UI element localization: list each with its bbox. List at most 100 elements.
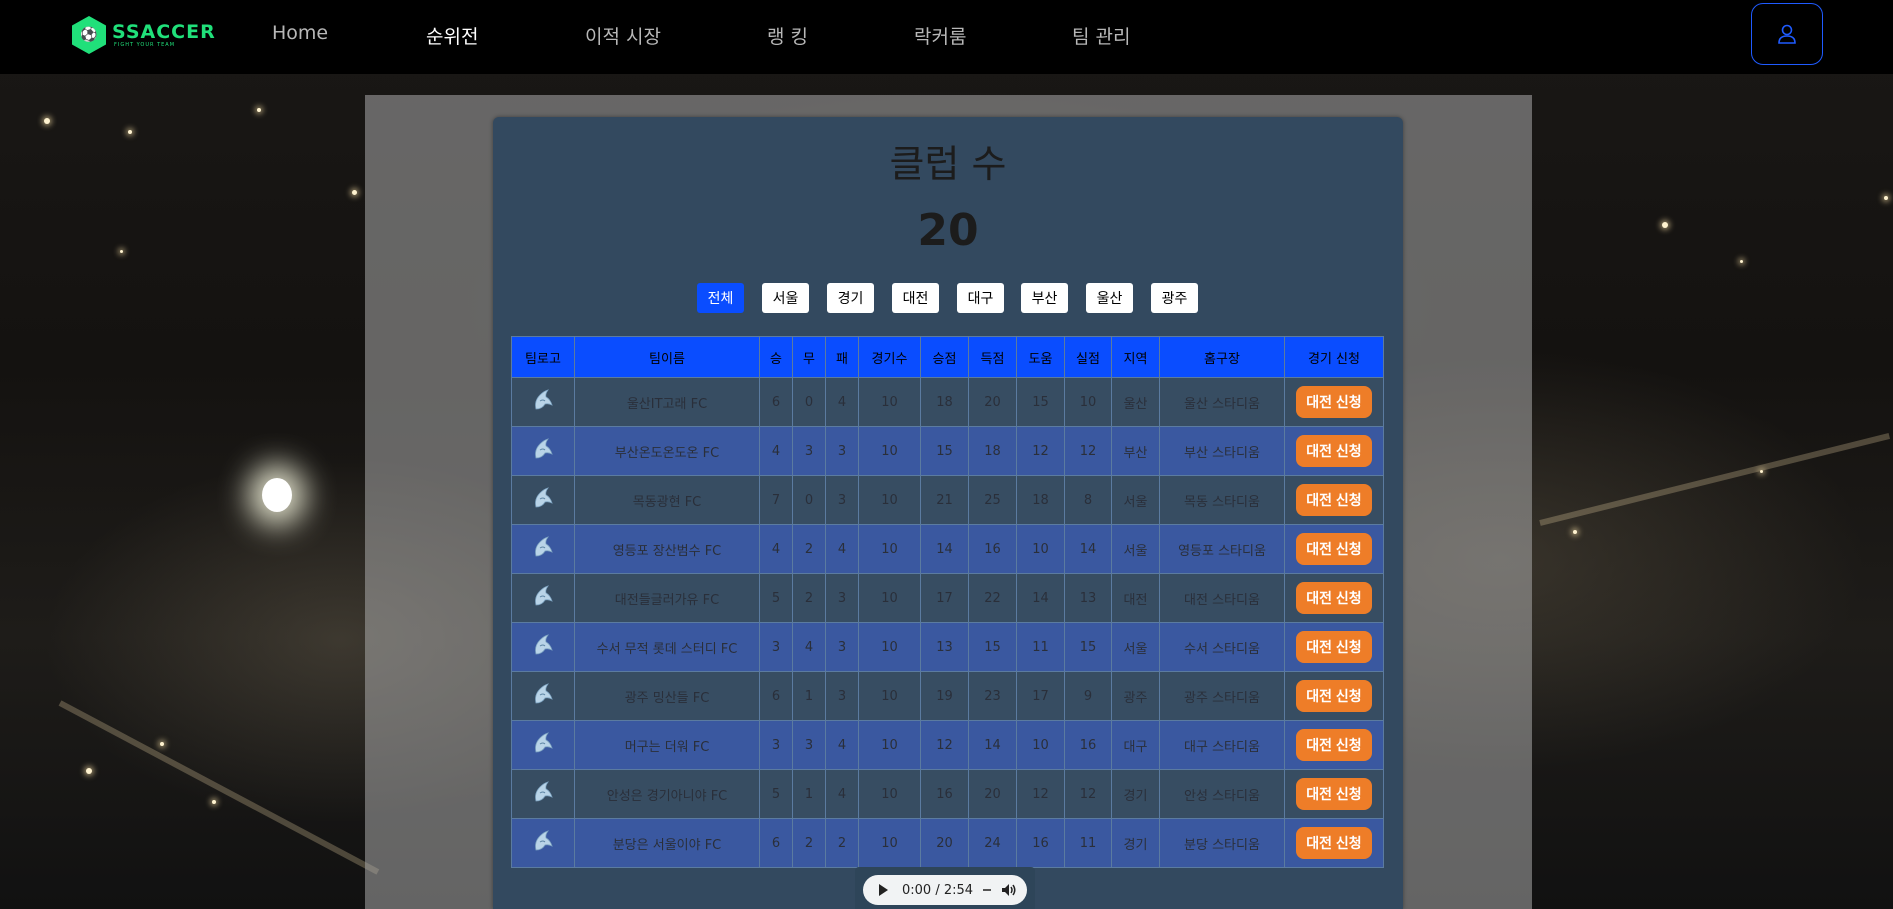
audio-player[interactable]: 0:00 / 2:54 [863,875,1027,905]
match-request-button[interactable]: 대전 신청 [1296,533,1372,565]
audio-progress-bar[interactable] [983,889,992,891]
team-logo-icon [530,485,556,511]
cell-draws: 3 [792,426,826,476]
header-points: 승점 [920,336,969,378]
cell-goals-against: 12 [1064,769,1112,819]
cell-region: 경기 [1111,769,1160,819]
cell-region: 서울 [1111,524,1160,574]
audio-player-container: 0:00 / 2:54 [855,867,1035,909]
match-request-button[interactable]: 대전 신청 [1296,680,1372,712]
cell-losses: 3 [825,671,859,721]
cell-team-name: 수서 무적 롯데 스터디 FC [574,622,760,672]
filter-seoul[interactable]: 서울 [762,283,809,313]
filter-gyeonggi[interactable]: 경기 [827,283,874,313]
cell-points: 21 [920,475,969,525]
cell-assists: 10 [1016,524,1065,574]
cell-games: 10 [858,475,921,525]
nav-ranking[interactable]: 랭 킹 [767,22,808,49]
team-logo-icon [530,828,556,854]
cell-losses: 4 [825,377,859,427]
cell-region: 부산 [1111,426,1160,476]
volume-icon[interactable] [1001,883,1017,897]
cell-home-stadium: 부산 스타디움 [1159,426,1285,476]
user-button[interactable] [1751,3,1823,65]
filter-daejeon[interactable]: 대전 [892,283,939,313]
filter-all[interactable]: 전체 [697,283,744,313]
cell-goals: 20 [968,769,1017,819]
nav-home[interactable]: Home [272,22,328,44]
header-games: 경기수 [858,336,921,378]
filter-ulsan[interactable]: 울산 [1086,283,1133,313]
cell-losses: 3 [825,426,859,476]
cell-wins: 3 [759,720,793,770]
nav-ranked-match[interactable]: 순위전 [426,22,478,49]
cell-goals-against: 10 [1064,377,1112,427]
cell-losses: 3 [825,622,859,672]
match-request-button[interactable]: 대전 신청 [1296,386,1372,418]
cell-draws: 0 [792,475,826,525]
match-request-button[interactable]: 대전 신청 [1296,827,1372,859]
cell-home-stadium: 대구 스타디움 [1159,720,1285,770]
cell-match-request: 대전 신청 [1284,426,1384,476]
filter-busan[interactable]: 부산 [1021,283,1068,313]
team-logo-icon [530,583,556,609]
team-logo-icon [530,779,556,805]
standings-table: 팀로고 팀이름 승 무 패 경기수 승점 득점 도움 실점 지역 홈구장 경기 … [511,336,1384,868]
cell-points: 13 [920,622,969,672]
table-row: 영등포 장산범수 FC 4 2 4 10 14 16 10 14 서울 영등포 스타디움 대전 신청 [511,524,1384,574]
cell-losses: 3 [825,573,859,623]
cell-games: 10 [858,818,921,868]
match-request-button[interactable]: 대전 신청 [1296,484,1372,516]
match-request-button[interactable]: 대전 신청 [1296,582,1372,614]
nav-team-management[interactable]: 팀 관리 [1072,22,1130,49]
team-logo-cell [511,377,575,427]
cell-goals-against: 16 [1064,720,1112,770]
play-icon[interactable] [879,884,888,896]
club-count-value: 20 [917,205,979,256]
cell-home-stadium: 광주 스타디움 [1159,671,1285,721]
cell-assists: 16 [1016,818,1065,868]
cell-home-stadium: 분당 스타디움 [1159,818,1285,868]
cell-wins: 6 [759,671,793,721]
nav-locker-room[interactable]: 락커룸 [914,22,966,49]
match-request-button[interactable]: 대전 신청 [1296,729,1372,761]
team-logo-icon [530,730,556,756]
filter-gwangju[interactable]: 광주 [1151,283,1198,313]
cell-games: 10 [858,622,921,672]
cell-wins: 6 [759,818,793,868]
header-team-name: 팀이름 [574,336,760,378]
cell-region: 울산 [1111,377,1160,427]
cell-assists: 12 [1016,769,1065,819]
cell-match-request: 대전 신청 [1284,671,1384,721]
team-logo-icon [530,387,556,413]
header-match-request: 경기 신청 [1284,336,1384,378]
logo[interactable]: ⚽ SSACCER FIGHT YOUR TEAM [72,16,216,54]
cell-team-name: 분당은 서울이야 FC [574,818,760,868]
nav-transfer-market[interactable]: 이적 시장 [585,22,661,49]
match-request-button[interactable]: 대전 신청 [1296,631,1372,663]
cell-team-name: 목동광현 FC [574,475,760,525]
soccer-player-icon: ⚽ [72,16,106,54]
floodlight [262,478,292,512]
cell-goals-against: 8 [1064,475,1112,525]
cell-goals-against: 11 [1064,818,1112,868]
cell-match-request: 대전 신청 [1284,475,1384,525]
cell-team-name: 울산IT고래 FC [574,377,760,427]
cell-draws: 0 [792,377,826,427]
cell-home-stadium: 울산 스타디움 [1159,377,1285,427]
cell-team-name: 영등포 장산범수 FC [574,524,760,574]
cell-match-request: 대전 신청 [1284,622,1384,672]
cell-wins: 6 [759,377,793,427]
filter-daegu[interactable]: 대구 [957,283,1004,313]
cell-team-name: 부산온도온도온 FC [574,426,760,476]
table-row: 분당은 서울이야 FC 6 2 2 10 20 24 16 11 경기 분당 스타디움 대전 신청 [511,818,1384,868]
cell-region: 서울 [1111,475,1160,525]
match-request-button[interactable]: 대전 신청 [1296,435,1372,467]
cell-losses: 4 [825,720,859,770]
cell-home-stadium: 수서 스타디움 [1159,622,1285,672]
cell-assists: 10 [1016,720,1065,770]
team-logo-icon [530,534,556,560]
match-request-button[interactable]: 대전 신청 [1296,778,1372,810]
cell-goals: 22 [968,573,1017,623]
cell-draws: 3 [792,720,826,770]
